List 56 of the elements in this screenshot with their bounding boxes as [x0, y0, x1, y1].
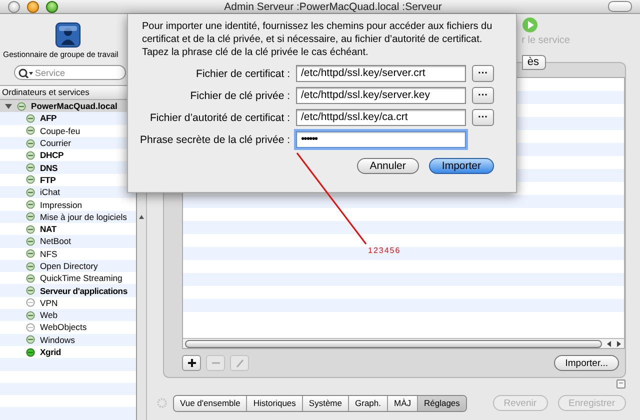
field-label: Fichier de clé privée : — [189, 90, 290, 102]
search-icon — [18, 68, 34, 78]
annotation-label: 123456 — [368, 246, 401, 255]
service-item[interactable]: Impression — [40, 198, 82, 211]
service-item[interactable]: QuickTime Streaming — [40, 272, 122, 284]
tab[interactable]: Historiques — [247, 396, 303, 410]
splitter-arrow-icon — [139, 215, 144, 219]
play-icon — [522, 17, 538, 33]
cancel-button[interactable]: Annuler — [356, 158, 419, 174]
input-field[interactable]: /etc/httpd/ssl.key/server.key — [296, 87, 466, 104]
field-label: Fichier de certificat : — [195, 68, 290, 80]
people-icon — [53, 21, 83, 49]
tab[interactable]: Vue d'ensemble — [174, 396, 248, 410]
add-button[interactable] — [182, 355, 201, 371]
pencil-icon — [234, 358, 244, 368]
service-item[interactable]: NFS — [40, 248, 58, 260]
service-item[interactable]: Xgrid — [40, 346, 61, 358]
tab[interactable]: Système — [302, 396, 349, 410]
service-item[interactable]: iChat — [40, 186, 60, 198]
browse-button[interactable]: ··· — [472, 109, 494, 126]
service-item[interactable]: NAT — [40, 223, 56, 236]
tab[interactable]: MÀJ — [388, 396, 418, 410]
browse-button[interactable]: ··· — [472, 87, 494, 104]
minimize-button[interactable] — [27, 0, 39, 12]
input-field[interactable]: /etc/httpd/ssl.key/ca.crt — [296, 109, 466, 126]
toolbar-label: r le service — [522, 35, 570, 46]
search-field[interactable]: Service — [14, 65, 126, 80]
service-item[interactable]: DNS — [40, 162, 58, 174]
import-button[interactable]: Importer — [428, 158, 494, 174]
service-item[interactable]: FTP — [40, 174, 56, 186]
note-icon — [616, 379, 626, 389]
service-item[interactable]: VPN — [40, 296, 58, 309]
disclosure-triangle-icon[interactable] — [5, 102, 12, 110]
zoom-button[interactable] — [46, 0, 58, 12]
tab[interactable]: Graph. — [349, 396, 388, 410]
service-item[interactable]: WebObjects — [40, 321, 87, 334]
tab[interactable]: ès — [522, 55, 546, 70]
toolbar-toggle-button[interactable] — [608, 1, 632, 12]
input-field[interactable]: /etc/httpd/ssl.key/server.crt — [296, 65, 466, 82]
plus-icon — [186, 358, 196, 368]
horizontal-scrollbar[interactable] — [183, 338, 624, 348]
spinner-icon — [157, 398, 167, 408]
service-item[interactable]: Coupe-feu — [40, 124, 80, 137]
browse-button[interactable]: ··· — [472, 65, 494, 82]
scroll-arrows-icon — [606, 340, 622, 346]
close-button[interactable] — [8, 0, 20, 12]
dialog-message: Pour importer une identité, fournissez les chemins pour accéder aux fichiers du certificat et de la clé privée, et si nécessaire, au fichier d’autorité de certificat. Tapez la phrase clé de la clé privée le cas échéant. — [142, 20, 494, 59]
tab[interactable]: Réglages — [418, 396, 466, 410]
window-title: Admin Serveur :PowerMacQuad.local :Serveur — [223, 0, 443, 12]
service-item[interactable]: DHCP — [40, 149, 64, 162]
service-item[interactable]: AFP — [40, 112, 57, 124]
service-item[interactable]: Web — [40, 309, 58, 322]
import-button[interactable]: Importer... — [554, 355, 619, 371]
field-label: Fichier d’autorité de certificat : — [148, 112, 290, 124]
password-field[interactable]: •••••• — [296, 131, 466, 148]
field-label: Phrase secrète de la clé privée : — [140, 134, 290, 146]
